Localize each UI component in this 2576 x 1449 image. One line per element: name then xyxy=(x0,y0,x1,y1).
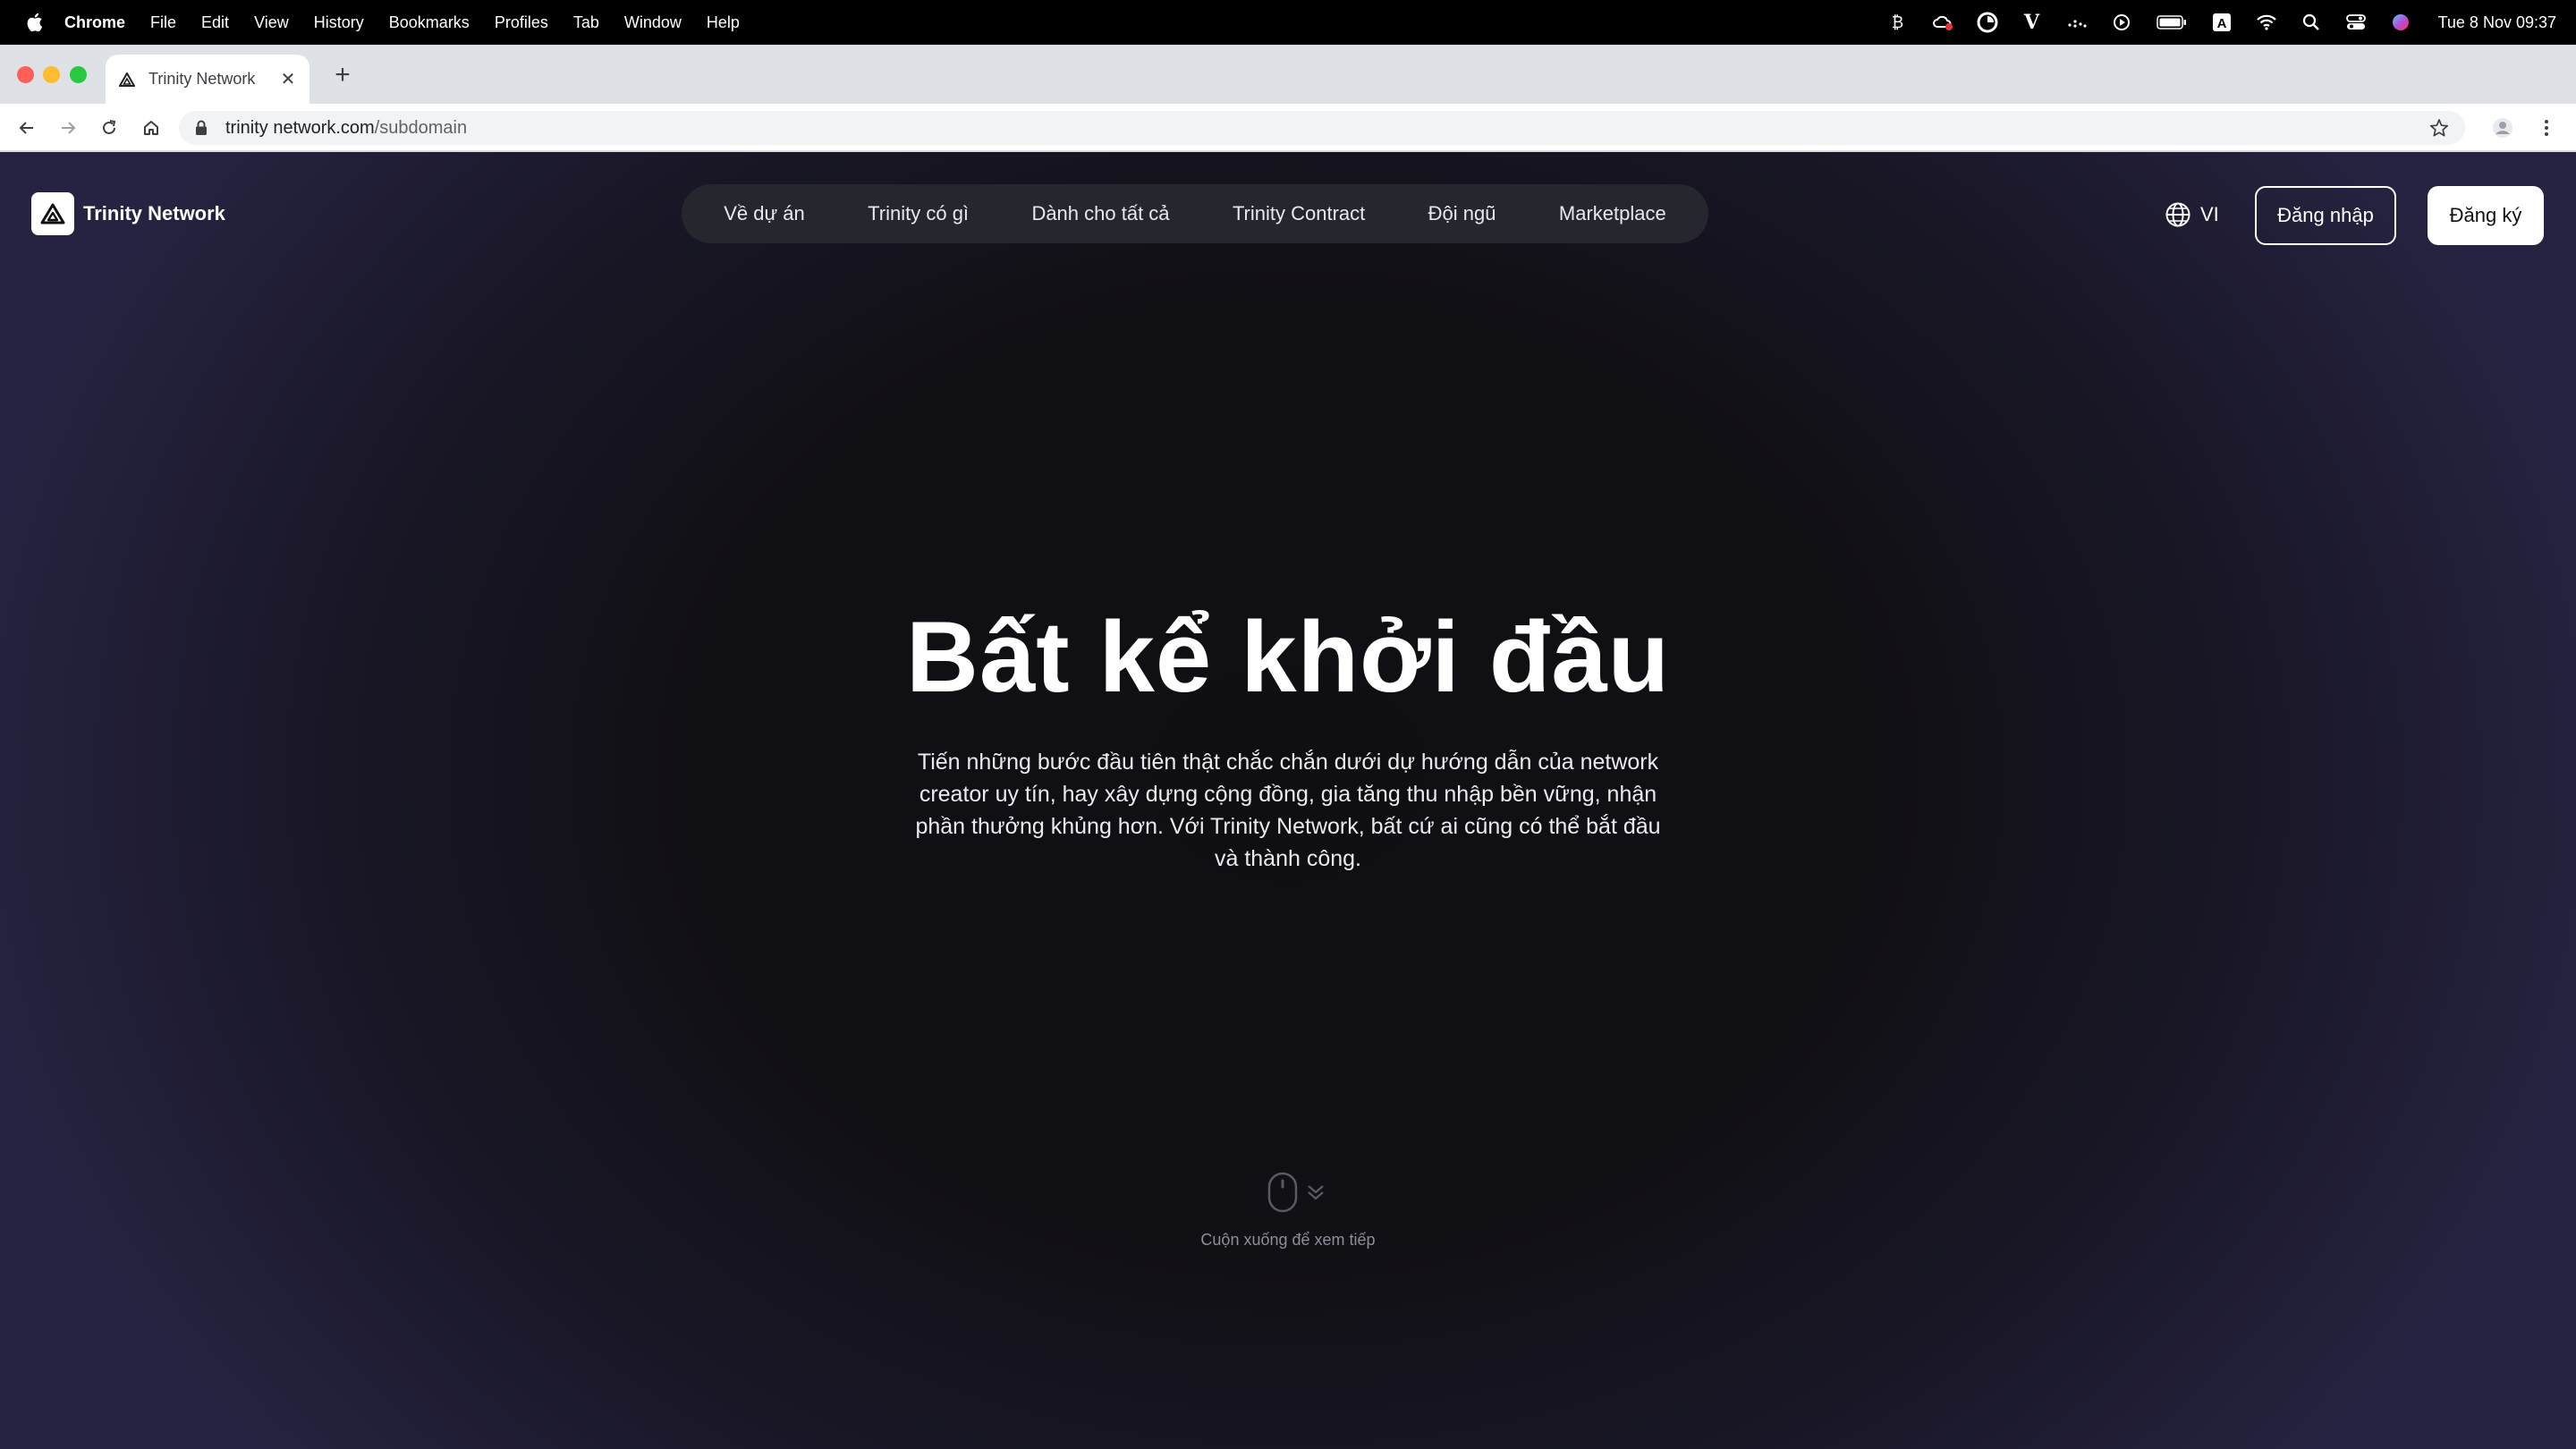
menu-help[interactable]: Help xyxy=(707,13,740,32)
macos-menubar: Chrome File Edit View History Bookmarks … xyxy=(0,0,2576,45)
site-logo[interactable]: Trinity Network xyxy=(31,192,225,235)
menu-file[interactable]: File xyxy=(150,13,176,32)
trinity-logo-icon xyxy=(31,192,74,235)
window-close-button[interactable] xyxy=(17,66,34,83)
language-label: VI xyxy=(2200,203,2219,225)
bookmark-star-icon[interactable] xyxy=(2429,118,2449,138)
spotlight-search-icon[interactable] xyxy=(2301,12,2322,33)
menu-tab[interactable]: Tab xyxy=(573,13,599,32)
hero-subtitle: Tiến những bước đầu tiên thật chắc chắn … xyxy=(915,750,1661,871)
new-tab-button[interactable]: + xyxy=(329,62,356,89)
menu-view[interactable]: View xyxy=(254,13,289,32)
reload-button[interactable] xyxy=(96,114,123,141)
nav-item-trinity-contract[interactable]: Trinity Contract xyxy=(1224,202,1374,225)
nav-item-marketplace[interactable]: Marketplace xyxy=(1550,202,1675,225)
nav-item-what-trinity-has[interactable]: Trinity có gì xyxy=(859,202,978,225)
scroll-hint[interactable]: Cuộn xuống để xem tiếp xyxy=(0,1172,2576,1250)
menu-bookmarks[interactable]: Bookmarks xyxy=(389,13,470,32)
back-button[interactable] xyxy=(13,114,40,141)
input-source-icon[interactable]: A xyxy=(2211,12,2233,33)
menu-app-name[interactable]: Chrome xyxy=(64,13,125,32)
browser-tabstrip: Trinity Network ✕ + xyxy=(0,45,2576,104)
globe-icon xyxy=(2165,202,2190,227)
v-app-icon[interactable]: V xyxy=(2021,11,2043,34)
browser-toolbar: trinity network.com/subdomain xyxy=(0,104,2576,152)
status-app-icon[interactable]: ₿ xyxy=(1887,12,1909,33)
play-icon[interactable] xyxy=(2111,12,2132,33)
tab-close-icon[interactable]: ✕ xyxy=(279,68,297,90)
creative-cloud-icon[interactable] xyxy=(1932,12,1953,33)
menubar-clock[interactable]: Tue 8 Nov 09:37 xyxy=(2438,13,2556,32)
lock-icon[interactable] xyxy=(195,120,209,136)
login-button[interactable]: Đăng nhập xyxy=(2255,186,2396,245)
siri-icon[interactable] xyxy=(2390,12,2411,33)
webpage: Trinity Network Về dự án Trinity có gì D… xyxy=(0,152,2576,1449)
address-bar[interactable]: trinity network.com/subdomain xyxy=(179,111,2465,145)
menu-history[interactable]: History xyxy=(314,13,364,32)
language-switcher[interactable]: VI xyxy=(2165,201,2219,228)
window-zoom-button[interactable] xyxy=(70,66,87,83)
timer-icon[interactable] xyxy=(1977,12,1998,33)
battery-icon[interactable] xyxy=(2156,12,2188,33)
home-button[interactable] xyxy=(138,114,165,141)
signup-button[interactable]: Đăng ký xyxy=(2428,186,2544,245)
nav-item-team[interactable]: Đội ngũ xyxy=(1419,202,1505,225)
url-path: /subdomain xyxy=(374,117,468,138)
chevron-down-icon xyxy=(1308,1185,1324,1200)
nav-item-for-everyone[interactable]: Dành cho tất cả xyxy=(1022,202,1178,225)
wifi-icon[interactable] xyxy=(2256,12,2277,33)
menu-profiles[interactable]: Profiles xyxy=(495,13,548,32)
site-logo-text: Trinity Network xyxy=(83,202,225,225)
browser-tab-active[interactable]: Trinity Network ✕ xyxy=(106,55,309,104)
svg-text:A: A xyxy=(2216,16,2226,31)
menu-window[interactable]: Window xyxy=(624,13,682,32)
status-area: ₿ V A Tue 8 Nov 09:37 xyxy=(1887,0,2556,45)
apple-icon[interactable] xyxy=(23,11,45,34)
hero-title: Bất kể khởi đầu xyxy=(906,601,1670,713)
url-host: trinity network.com xyxy=(225,117,375,138)
menu-edit[interactable]: Edit xyxy=(201,13,229,32)
chrome-menu-icon[interactable] xyxy=(2533,114,2560,141)
nav-item-about-project[interactable]: Về dự án xyxy=(715,202,814,225)
mouse-icon xyxy=(1267,1172,1298,1213)
control-center-icon[interactable] xyxy=(2345,12,2367,33)
trinity-favicon-icon xyxy=(118,71,136,89)
scroll-hint-text: Cuộn xuống để xem tiếp xyxy=(1200,1231,1376,1249)
scroll-icons xyxy=(1267,1172,1326,1213)
window-minimize-button[interactable] xyxy=(43,66,60,83)
profile-avatar-icon[interactable] xyxy=(2489,114,2516,141)
dots-icon[interactable] xyxy=(2066,12,2088,33)
forward-button[interactable] xyxy=(55,114,81,141)
tab-title: Trinity Network xyxy=(148,70,256,88)
main-nav: Về dự án Trinity có gì Dành cho tất cả T… xyxy=(682,184,1708,243)
